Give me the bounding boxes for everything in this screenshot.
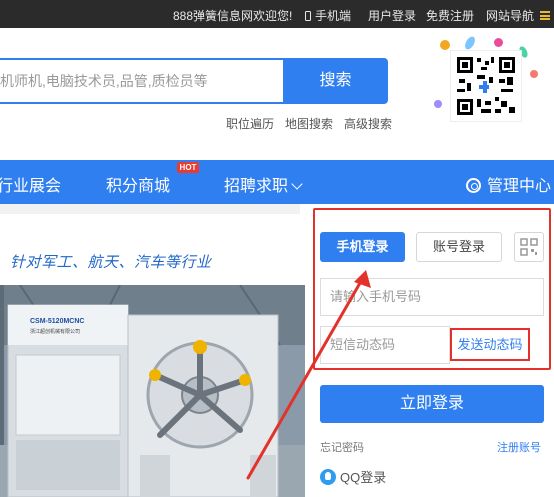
tab-account-login[interactable]: 账号登录 <box>416 232 502 262</box>
qr-code-image <box>455 55 517 117</box>
send-code-button[interactable]: 发送动态码 <box>450 328 530 361</box>
spring-machine-image[interactable]: CSM-5120MCNC 浙江超创机械有限公司 <box>0 285 308 497</box>
nav-item-points-mall[interactable]: 积分商城 <box>106 172 170 196</box>
qr-code <box>450 50 522 122</box>
qq-login-link[interactable]: QQ登录 <box>320 467 386 486</box>
decoration-dot <box>434 100 442 108</box>
menu-icon <box>540 11 551 20</box>
qq-icon <box>320 469 336 485</box>
qr-code-icon <box>520 238 538 256</box>
advanced-search-link[interactable]: 高级搜索 <box>344 115 392 132</box>
sms-code-placeholder: 短信动态码 <box>330 337 396 352</box>
nav-item-exhibition[interactable]: 行业展会 <box>0 172 61 196</box>
nav-item-recruitment[interactable]: 招聘求职 <box>224 172 303 196</box>
login-submit-button[interactable]: 立即登录 <box>320 385 544 423</box>
promo-headline: 针对军工、航天、汽车等行业 <box>10 254 212 271</box>
search-placeholder: 机师机,电脑技术员,品管,质检员等 <box>0 73 208 89</box>
mobile-phone-icon <box>305 11 311 21</box>
search-button[interactable]: 搜索 <box>283 58 388 104</box>
map-search-link[interactable]: 地图搜索 <box>285 115 333 132</box>
hotword-link[interactable]: 职位遍历 <box>226 115 274 132</box>
phone-placeholder: 请输入手机号码 <box>330 289 422 304</box>
chevron-down-icon <box>291 178 303 190</box>
sms-code-field[interactable]: 短信动态码 <box>320 326 450 364</box>
machine-model-label: CSM-5120MCNC <box>30 318 84 325</box>
main-nav: 行业展会 积分商城 招聘求职 管理中心 <box>0 160 554 204</box>
gear-icon <box>466 178 481 193</box>
forgot-password-link[interactable]: 忘记密码 <box>320 439 364 455</box>
hot-badge: HOT <box>177 162 199 173</box>
top-bar: 888弹簧信息网欢迎您! 手机端 用户登录 免费注册 网站导航 <box>0 0 554 28</box>
site-nav-link[interactable]: 网站导航 <box>486 7 551 24</box>
decoration-dot <box>440 40 450 50</box>
decoration-dot <box>494 38 503 47</box>
search-input[interactable]: 机师机,电脑技术员,品管,质检员等 <box>0 58 283 104</box>
welcome-text: 888弹簧信息网欢迎您! <box>173 9 293 23</box>
nav-item-admin[interactable]: 管理中心 <box>466 172 551 196</box>
phone-number-field[interactable]: 请输入手机号码 <box>320 278 544 316</box>
nav-shadow <box>0 204 300 214</box>
decoration-dot <box>463 34 477 52</box>
user-login-link[interactable]: 用户登录 <box>368 7 416 24</box>
free-register-link[interactable]: 免费注册 <box>426 7 474 24</box>
mobile-link[interactable]: 手机端 <box>305 7 351 24</box>
tab-phone-login[interactable]: 手机登录 <box>320 232 405 262</box>
decoration-dot <box>530 70 538 78</box>
qr-login-toggle[interactable] <box>514 232 544 262</box>
machine-maker-label: 浙江超创机械有限公司 <box>30 328 80 335</box>
register-account-link[interactable]: 注册账号 <box>497 439 541 455</box>
